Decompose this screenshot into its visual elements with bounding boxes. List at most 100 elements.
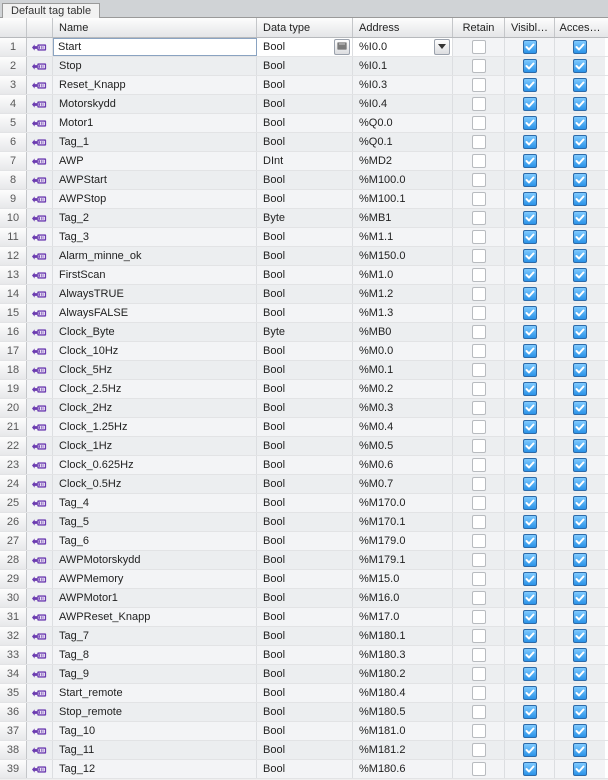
row-number[interactable]: 39 bbox=[0, 760, 27, 778]
address-cell[interactable]: %M180.5 bbox=[353, 703, 453, 721]
datatype-cell[interactable]: Bool bbox=[257, 665, 353, 683]
accessible-checkbox[interactable] bbox=[573, 762, 587, 776]
accessible-checkbox[interactable] bbox=[573, 686, 587, 700]
retain-checkbox[interactable] bbox=[472, 667, 486, 681]
table-row[interactable]: 24 Clock_0.5Hz Bool %M0.7 bbox=[0, 475, 608, 494]
row-number[interactable]: 34 bbox=[0, 665, 27, 683]
datatype-cell[interactable]: Bool bbox=[257, 532, 353, 550]
address-cell[interactable]: %M170.1 bbox=[353, 513, 453, 531]
row-number[interactable]: 16 bbox=[0, 323, 27, 341]
table-row[interactable]: 5 Motor1 Bool %Q0.0 bbox=[0, 114, 608, 133]
tag-name-cell[interactable]: AlwaysTRUE bbox=[53, 285, 257, 303]
tag-name-cell[interactable]: Tag_8 bbox=[53, 646, 257, 664]
accessible-checkbox[interactable] bbox=[573, 496, 587, 510]
table-row[interactable]: 22 Clock_1Hz Bool %M0.5 bbox=[0, 437, 608, 456]
retain-checkbox[interactable] bbox=[472, 534, 486, 548]
table-row[interactable]: 29 AWPMemory Bool %M15.0 bbox=[0, 570, 608, 589]
row-number[interactable]: 25 bbox=[0, 494, 27, 512]
row-number[interactable]: 36 bbox=[0, 703, 27, 721]
tag-name-cell[interactable]: Reset_Knapp bbox=[53, 76, 257, 94]
row-number[interactable]: 12 bbox=[0, 247, 27, 265]
datatype-cell[interactable]: Bool bbox=[257, 380, 353, 398]
tag-name-cell[interactable]: AWPMotorskydd bbox=[53, 551, 257, 569]
row-number[interactable]: 14 bbox=[0, 285, 27, 303]
address-cell[interactable]: %M1.2 bbox=[353, 285, 453, 303]
accessible-checkbox[interactable] bbox=[573, 724, 587, 738]
datatype-cell[interactable]: Bool bbox=[257, 418, 353, 436]
row-number[interactable]: 29 bbox=[0, 570, 27, 588]
address-cell[interactable]: %I0.0 bbox=[353, 38, 453, 56]
retain-checkbox[interactable] bbox=[472, 496, 486, 510]
tag-name-cell[interactable]: AWPMemory bbox=[53, 570, 257, 588]
row-number[interactable]: 27 bbox=[0, 532, 27, 550]
table-row[interactable]: 6 Tag_1 Bool %Q0.1 bbox=[0, 133, 608, 152]
table-row[interactable]: 8 AWPStart Bool %M100.0 bbox=[0, 171, 608, 190]
row-number[interactable]: 30 bbox=[0, 589, 27, 607]
tag-name-cell[interactable]: Clock_2Hz bbox=[53, 399, 257, 417]
tag-name-cell[interactable]: AWPStop bbox=[53, 190, 257, 208]
table-row[interactable]: 38 Tag_11 Bool %M181.2 bbox=[0, 741, 608, 760]
address-cell[interactable]: %Q0.0 bbox=[353, 114, 453, 132]
visible-checkbox[interactable] bbox=[523, 515, 537, 529]
tag-name-cell[interactable]: Tag_7 bbox=[53, 627, 257, 645]
row-number[interactable]: 5 bbox=[0, 114, 27, 132]
row-number[interactable]: 7 bbox=[0, 152, 27, 170]
address-cell[interactable]: %M0.1 bbox=[353, 361, 453, 379]
row-number[interactable]: 6 bbox=[0, 133, 27, 151]
datatype-cell[interactable]: Bool bbox=[257, 190, 353, 208]
tag-name-cell[interactable]: Start_remote bbox=[53, 684, 257, 702]
accessible-checkbox[interactable] bbox=[573, 705, 587, 719]
tag-name-cell[interactable]: Clock_0.625Hz bbox=[53, 456, 257, 474]
retain-checkbox[interactable] bbox=[472, 705, 486, 719]
datatype-cell[interactable]: Bool bbox=[257, 95, 353, 113]
datatype-cell[interactable]: Bool bbox=[257, 133, 353, 151]
accessible-checkbox[interactable] bbox=[573, 344, 587, 358]
address-cell[interactable]: %M170.0 bbox=[353, 494, 453, 512]
table-row[interactable]: 1 Start Bool %I0.0 bbox=[0, 38, 608, 57]
accessible-checkbox[interactable] bbox=[573, 648, 587, 662]
accessible-checkbox[interactable] bbox=[573, 173, 587, 187]
retain-checkbox[interactable] bbox=[472, 306, 486, 320]
address-cell[interactable]: %M0.3 bbox=[353, 399, 453, 417]
visible-checkbox[interactable] bbox=[523, 477, 537, 491]
visible-checkbox[interactable] bbox=[523, 344, 537, 358]
datatype-cell[interactable]: Bool bbox=[257, 171, 353, 189]
visible-checkbox[interactable] bbox=[523, 591, 537, 605]
visible-checkbox[interactable] bbox=[523, 154, 537, 168]
visible-checkbox[interactable] bbox=[523, 420, 537, 434]
address-cell[interactable]: %M179.1 bbox=[353, 551, 453, 569]
accessible-checkbox[interactable] bbox=[573, 135, 587, 149]
address-cell[interactable]: %M180.3 bbox=[353, 646, 453, 664]
table-row[interactable]: 28 AWPMotorskydd Bool %M179.1 bbox=[0, 551, 608, 570]
address-cell[interactable]: %I0.1 bbox=[353, 57, 453, 75]
accessible-checkbox[interactable] bbox=[573, 382, 587, 396]
accessible-checkbox[interactable] bbox=[573, 401, 587, 415]
retain-checkbox[interactable] bbox=[472, 249, 486, 263]
retain-checkbox[interactable] bbox=[472, 116, 486, 130]
visible-checkbox[interactable] bbox=[523, 173, 537, 187]
datatype-cell[interactable]: Bool bbox=[257, 247, 353, 265]
datatype-cell[interactable]: Bool bbox=[257, 627, 353, 645]
accessible-checkbox[interactable] bbox=[573, 629, 587, 643]
row-number[interactable]: 31 bbox=[0, 608, 27, 626]
row-number[interactable]: 2 bbox=[0, 57, 27, 75]
retain-checkbox[interactable] bbox=[472, 154, 486, 168]
row-number[interactable]: 23 bbox=[0, 456, 27, 474]
visible-checkbox[interactable] bbox=[523, 610, 537, 624]
tag-name-cell[interactable]: AWPStart bbox=[53, 171, 257, 189]
table-row[interactable]: 2 Stop Bool %I0.1 bbox=[0, 57, 608, 76]
visible-checkbox[interactable] bbox=[523, 686, 537, 700]
datatype-cell[interactable]: Bool bbox=[257, 285, 353, 303]
tag-name-cell[interactable]: AWP bbox=[53, 152, 257, 170]
visible-checkbox[interactable] bbox=[523, 496, 537, 510]
tag-name-cell[interactable]: Clock_Byte bbox=[53, 323, 257, 341]
datatype-cell[interactable]: Bool bbox=[257, 703, 353, 721]
address-cell[interactable]: %I0.3 bbox=[353, 76, 453, 94]
table-row[interactable]: 23 Clock_0.625Hz Bool %M0.6 bbox=[0, 456, 608, 475]
datatype-cell[interactable]: Byte bbox=[257, 209, 353, 227]
accessible-checkbox[interactable] bbox=[573, 154, 587, 168]
retain-checkbox[interactable] bbox=[472, 287, 486, 301]
row-number[interactable]: 4 bbox=[0, 95, 27, 113]
table-row[interactable]: 27 Tag_6 Bool %M179.0 bbox=[0, 532, 608, 551]
tag-name-cell[interactable]: Tag_3 bbox=[53, 228, 257, 246]
